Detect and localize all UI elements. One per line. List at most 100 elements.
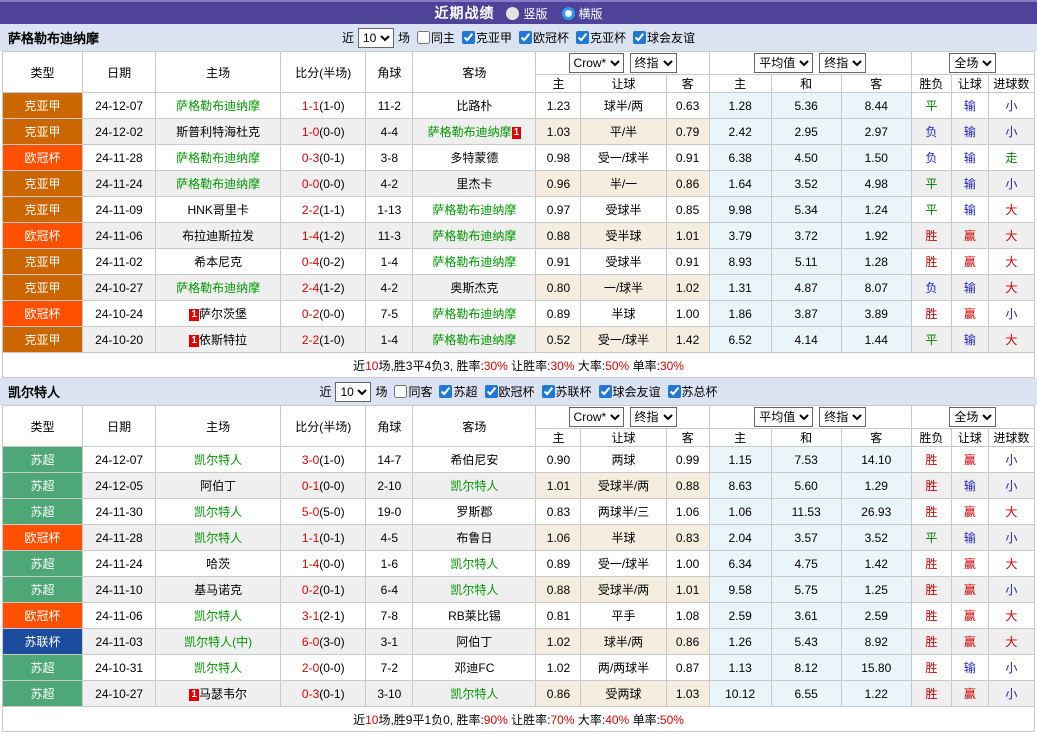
- home-team[interactable]: 萨格勒布迪纳摩: [156, 93, 281, 119]
- league-checkbox[interactable]: [485, 385, 498, 398]
- games-count-select[interactable]: 10: [335, 382, 371, 402]
- league-badge: 克亚甲: [3, 93, 83, 119]
- away-team[interactable]: 凯尔特人: [413, 681, 536, 707]
- odds-stage-select-1[interactable]: 终指: [630, 53, 677, 73]
- section-filter-bar: 凯尔特人 近10场同客苏超欧冠杯苏联杯球会友谊苏总杯: [0, 378, 1037, 405]
- league-checkbox[interactable]: [633, 31, 646, 44]
- home-team[interactable]: 凯尔特人: [156, 499, 281, 525]
- bookmaker-select[interactable]: Crow*: [569, 53, 624, 73]
- home-team[interactable]: 萨格勒布迪纳摩: [156, 145, 281, 171]
- average-select[interactable]: 平均值: [754, 53, 813, 73]
- away-team[interactable]: 比路朴: [413, 93, 536, 119]
- home-team[interactable]: 凯尔特人: [156, 525, 281, 551]
- away-team[interactable]: 萨格勒布迪纳摩1: [413, 119, 536, 145]
- home-team[interactable]: 希本尼克: [156, 249, 281, 275]
- away-team[interactable]: 萨格勒布迪纳摩: [413, 249, 536, 275]
- away-team[interactable]: 邓迪FC: [413, 655, 536, 681]
- corner-score: 7-2: [366, 655, 413, 681]
- away-team[interactable]: 布鲁日: [413, 525, 536, 551]
- league-checkbox-label: 苏总杯: [682, 383, 718, 400]
- handicap-odds-away: 1.01: [666, 577, 709, 603]
- red-card-badge: 1: [512, 127, 522, 139]
- away-team[interactable]: 凯尔特人: [413, 577, 536, 603]
- league-checkbox[interactable]: [668, 385, 681, 398]
- summary-text: 让胜率:: [508, 359, 551, 373]
- result-group-header: 全场: [911, 52, 1034, 75]
- home-team[interactable]: 凯尔特人: [156, 655, 281, 681]
- score: 2-2(1-1): [281, 197, 366, 223]
- league-checkbox[interactable]: [542, 385, 555, 398]
- near-label: 近: [319, 383, 331, 400]
- league-checkbox[interactable]: [462, 31, 475, 44]
- sub-header-g1-away: 客: [666, 429, 709, 447]
- games-count-select[interactable]: 10: [358, 28, 394, 48]
- home-team[interactable]: 基马诺克: [156, 577, 281, 603]
- league-checkbox[interactable]: [439, 385, 452, 398]
- result-goals: 小: [988, 119, 1034, 145]
- league-checkbox[interactable]: [519, 31, 532, 44]
- fulltime-score: 3-0: [302, 453, 319, 467]
- handicap-odds-away: 1.00: [666, 301, 709, 327]
- avg-odds-home: 1.28: [709, 93, 771, 119]
- league-badge: 苏超: [3, 551, 83, 577]
- home-team[interactable]: 1萨尔茨堡: [156, 301, 281, 327]
- table-row: 克亚甲 24-11-02 希本尼克 0-4(0-2) 1-4 萨格勒布迪纳摩 0…: [3, 249, 1035, 275]
- team-name-text: 布鲁日: [456, 531, 492, 545]
- away-team[interactable]: 凯尔特人: [413, 551, 536, 577]
- home-team[interactable]: 布拉迪斯拉发: [156, 223, 281, 249]
- away-team[interactable]: 萨格勒布迪纳摩: [413, 223, 536, 249]
- avg-odds-home: 1.06: [709, 499, 771, 525]
- fulltime-score: 0-0: [302, 177, 319, 191]
- average-select[interactable]: 平均值: [754, 407, 813, 427]
- handicap-odds-home: 0.52: [536, 327, 581, 353]
- odds-stage-select-2[interactable]: 终指: [819, 53, 866, 73]
- team-name-text: 布拉迪斯拉发: [182, 229, 254, 243]
- league-checkbox[interactable]: [576, 31, 589, 44]
- away-team[interactable]: 萨格勒布迪纳摩: [413, 327, 536, 353]
- away-team[interactable]: RB莱比锡: [413, 603, 536, 629]
- league-checkbox[interactable]: [599, 385, 612, 398]
- away-team[interactable]: 阿伯丁: [413, 629, 536, 655]
- red-card-badge: 1: [189, 335, 199, 347]
- away-team[interactable]: 凯尔特人: [413, 473, 536, 499]
- same-venue-checkbox[interactable]: [394, 385, 407, 398]
- home-team[interactable]: 斯普利特海杜克: [156, 119, 281, 145]
- home-team[interactable]: HNK哥里卡: [156, 197, 281, 223]
- away-team[interactable]: 萨格勒布迪纳摩: [413, 197, 536, 223]
- home-team[interactable]: 1依斯特拉: [156, 327, 281, 353]
- fulltime-score: 1-4: [302, 557, 319, 571]
- away-team[interactable]: 希伯尼安: [413, 447, 536, 473]
- away-team[interactable]: 奥斯杰克: [413, 275, 536, 301]
- same-venue-checkbox[interactable]: [417, 31, 430, 44]
- col-header-type: 类型: [3, 52, 83, 93]
- section-summary: 近10场,胜9平1负0, 胜率:90% 让胜率:70% 大率:40% 单率:50…: [3, 707, 1035, 732]
- radio-horizontal[interactable]: 横版: [562, 5, 603, 22]
- result-win-draw-loss: 负: [911, 119, 951, 145]
- away-team[interactable]: 罗斯郡: [413, 499, 536, 525]
- score: 0-3(0-1): [281, 145, 366, 171]
- result-goals: 小: [988, 93, 1034, 119]
- away-team[interactable]: 里杰卡: [413, 171, 536, 197]
- home-team[interactable]: 阿伯丁: [156, 473, 281, 499]
- odds-stage-select-1[interactable]: 终指: [630, 407, 677, 427]
- fulltime-select[interactable]: 全场: [949, 53, 996, 73]
- league-badge: 欧冠杯: [3, 301, 83, 327]
- home-team[interactable]: 1马瑟韦尔: [156, 681, 281, 707]
- odds-stage-select-2[interactable]: 终指: [819, 407, 866, 427]
- avg-odds-home: 9.58: [709, 577, 771, 603]
- home-team[interactable]: 哈茨: [156, 551, 281, 577]
- bookmaker-select[interactable]: Crow*: [569, 407, 624, 427]
- home-team[interactable]: 凯尔特人: [156, 447, 281, 473]
- fulltime-select[interactable]: 全场: [949, 407, 996, 427]
- sub-header-g2-draw: 和: [771, 429, 841, 447]
- radio-vertical[interactable]: 竖版: [506, 5, 547, 22]
- avg-odds-away: 1.25: [841, 577, 911, 603]
- away-team[interactable]: 多特蒙德: [413, 145, 536, 171]
- corner-score: 6-4: [366, 577, 413, 603]
- avg-odds-draw: 3.72: [771, 223, 841, 249]
- home-team[interactable]: 萨格勒布迪纳摩: [156, 275, 281, 301]
- away-team[interactable]: 萨格勒布迪纳摩: [413, 301, 536, 327]
- home-team[interactable]: 萨格勒布迪纳摩: [156, 171, 281, 197]
- home-team[interactable]: 凯尔特人(中): [156, 629, 281, 655]
- home-team[interactable]: 凯尔特人: [156, 603, 281, 629]
